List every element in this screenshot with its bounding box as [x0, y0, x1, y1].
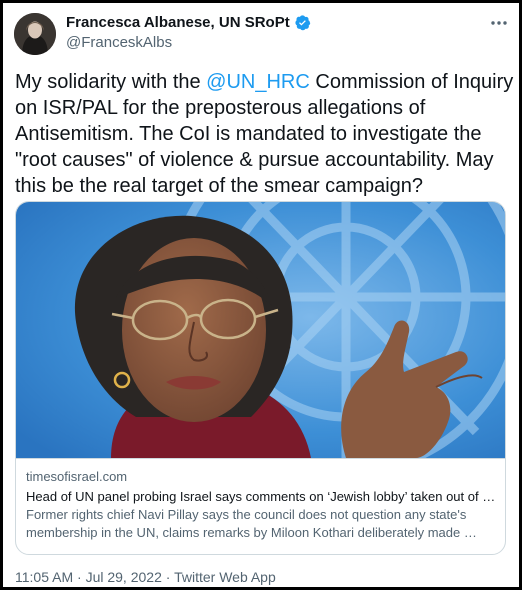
author-handle[interactable]: @FranceskAlbs — [66, 34, 172, 51]
card-domain: timesofisrael.com — [26, 469, 128, 484]
meta-separator: · — [161, 569, 175, 585]
author-name-row[interactable]: Francesca Albanese, UN SRoPt — [66, 14, 311, 31]
avatar-image — [14, 13, 56, 55]
card-title: Head of UN panel probing Israel says com… — [26, 489, 495, 504]
tweet-frame: Francesca Albanese, UN SRoPt @FranceskAl… — [0, 0, 522, 590]
tweet-date[interactable]: Jul 29, 2022 — [86, 569, 162, 585]
link-preview-card[interactable]: timesofisrael.com Head of UN panel probi… — [15, 201, 506, 555]
card-body[interactable]: timesofisrael.com Head of UN panel probi… — [16, 458, 505, 554]
avatar[interactable] — [14, 13, 56, 55]
tweet-text: My solidarity with the @UN_HRC Commissio… — [15, 69, 515, 199]
verified-badge-icon — [294, 14, 311, 31]
card-image[interactable] — [16, 202, 505, 458]
tweet-time[interactable]: 11:05 AM — [15, 569, 73, 585]
meta-separator: · — [73, 569, 86, 585]
tweet-source: Twitter Web App — [174, 569, 276, 585]
more-options-button[interactable] — [487, 11, 511, 35]
card-description: Former rights chief Navi Pillay says the… — [26, 507, 477, 540]
more-horizontal-icon — [491, 21, 507, 25]
mention-link[interactable]: @UN_HRC — [206, 71, 310, 93]
tweet-text-part: My solidarity with the — [15, 71, 207, 93]
tweet-meta: 11:05 AM · Jul 29, 2022 · Twitter Web Ap… — [15, 569, 276, 585]
author-display-name[interactable]: Francesca Albanese, UN SRoPt — [66, 14, 290, 31]
card-photo — [16, 202, 505, 458]
